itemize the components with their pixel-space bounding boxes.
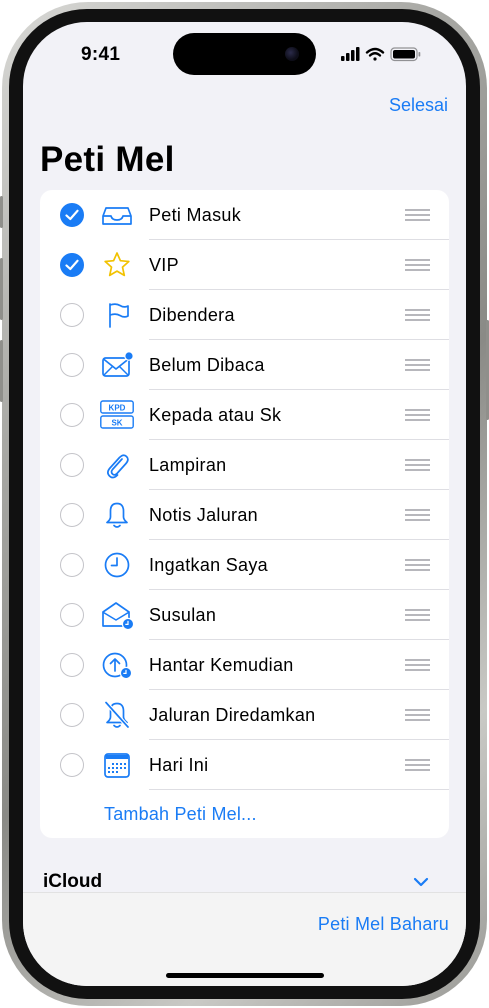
mailbox-label: Ingatkan Saya: [149, 555, 268, 575]
flag-icon: [109, 303, 129, 328]
new-mailbox-button[interactable]: Peti Mel Baharu: [318, 914, 449, 935]
mailbox-label: Hari Ini: [149, 755, 209, 775]
reorder-handle[interactable]: [405, 659, 430, 671]
front-camera: [285, 47, 299, 61]
reorder-handle[interactable]: [405, 509, 430, 521]
cc-label: SK: [111, 418, 122, 427]
reorder-handle[interactable]: [405, 259, 430, 271]
volume-up-button: [0, 258, 3, 320]
checkbox-checked[interactable]: [60, 253, 84, 277]
bottom-toolbar: Peti Mel Baharu: [23, 892, 466, 986]
checkbox-unchecked[interactable]: [60, 753, 84, 777]
status-icons: [341, 47, 421, 62]
checkbox-unchecked[interactable]: [60, 453, 84, 477]
mailbox-label: Peti Masuk: [149, 205, 242, 225]
to-cc-icon: KPD SK: [100, 400, 134, 429]
mailbox-row-flagged[interactable]: Dibendera: [40, 290, 449, 340]
calendar-icon: [104, 753, 130, 778]
reorder-handle[interactable]: [405, 409, 430, 421]
mailbox-row-today[interactable]: Hari Ini: [40, 740, 449, 790]
checkbox-unchecked[interactable]: [60, 653, 84, 677]
add-mailbox-button[interactable]: Tambah Peti Mel...: [104, 804, 257, 825]
mailbox-row-to-cc[interactable]: KPD SK Kepada atau Sk: [40, 390, 449, 440]
paperclip-icon: [107, 454, 129, 479]
reorder-handle[interactable]: [405, 359, 430, 371]
to-label: KPD: [109, 403, 126, 412]
mailbox-list: Peti Masuk VIP Dibendera Belum Dibaca KP…: [40, 190, 449, 838]
icloud-section-header[interactable]: iCloud: [43, 871, 102, 893]
clock-icon: [104, 552, 130, 578]
follow-up-envelope-icon: [102, 602, 134, 630]
done-button[interactable]: Selesai: [389, 95, 448, 116]
mailbox-label: Hantar Kemudian: [149, 655, 294, 675]
mailbox-label: Susulan: [149, 605, 217, 625]
mailbox-label: Dibendera: [149, 305, 235, 325]
checkbox-unchecked[interactable]: [60, 503, 84, 527]
checkmark-icon: [65, 259, 79, 271]
bell-icon: [106, 502, 128, 528]
star-icon: [104, 252, 130, 277]
battery-icon: [390, 47, 421, 62]
screen: 9:41 Selesai Peti Mel Peti Masuk VIP Dib…: [23, 22, 466, 986]
reorder-handle[interactable]: [405, 709, 430, 721]
muted-bell-icon: [104, 701, 130, 729]
action-button: [0, 196, 3, 228]
checkbox-checked[interactable]: [60, 203, 84, 227]
mailbox-row-thread-notifications[interactable]: Notis Jaluran: [40, 490, 449, 540]
chevron-down-icon[interactable]: [413, 877, 429, 887]
mailbox-row-vip[interactable]: VIP: [40, 240, 449, 290]
send-later-icon: [102, 652, 133, 680]
cellular-signal-icon: [341, 47, 360, 61]
inbox-icon: [102, 207, 132, 225]
reorder-handle[interactable]: [405, 759, 430, 771]
status-bar: 9:41: [23, 22, 466, 82]
reorder-handle[interactable]: [405, 559, 430, 571]
mailbox-label: Kepada atau Sk: [149, 405, 282, 425]
mailbox-row-muted-threads[interactable]: Jaluran Diredamkan: [40, 690, 449, 740]
mailbox-row-unread[interactable]: Belum Dibaca: [40, 340, 449, 390]
mailbox-row-attachments[interactable]: Lampiran: [40, 440, 449, 490]
dynamic-island: [173, 33, 316, 75]
reorder-handle[interactable]: [405, 459, 430, 471]
mailbox-row-remind-me[interactable]: Ingatkan Saya: [40, 540, 449, 590]
home-indicator[interactable]: [166, 973, 324, 978]
checkbox-unchecked[interactable]: [60, 703, 84, 727]
mailbox-label: Belum Dibaca: [149, 355, 265, 375]
reorder-handle[interactable]: [405, 209, 430, 221]
checkbox-unchecked[interactable]: [60, 553, 84, 577]
checkbox-unchecked[interactable]: [60, 603, 84, 627]
mailbox-label: Lampiran: [149, 455, 227, 475]
reorder-handle[interactable]: [405, 309, 430, 321]
unread-envelope-icon: [102, 351, 134, 377]
mailbox-row-send-later[interactable]: Hantar Kemudian: [40, 640, 449, 690]
volume-down-button: [0, 340, 3, 402]
reorder-handle[interactable]: [405, 609, 430, 621]
page-title: Peti Mel: [40, 140, 175, 179]
status-time: 9:41: [81, 44, 121, 65]
checkmark-icon: [65, 209, 79, 221]
mailbox-label: Notis Jaluran: [149, 505, 258, 525]
checkbox-unchecked[interactable]: [60, 303, 84, 327]
mailbox-label: Jaluran Diredamkan: [149, 705, 316, 725]
row-divider: [149, 789, 449, 790]
mailbox-row-inbox[interactable]: Peti Masuk: [40, 190, 449, 240]
wifi-icon: [365, 47, 385, 61]
mailbox-label: VIP: [149, 255, 179, 275]
checkbox-unchecked[interactable]: [60, 403, 84, 427]
mailbox-row-follow-up[interactable]: Susulan: [40, 590, 449, 640]
checkbox-unchecked[interactable]: [60, 353, 84, 377]
